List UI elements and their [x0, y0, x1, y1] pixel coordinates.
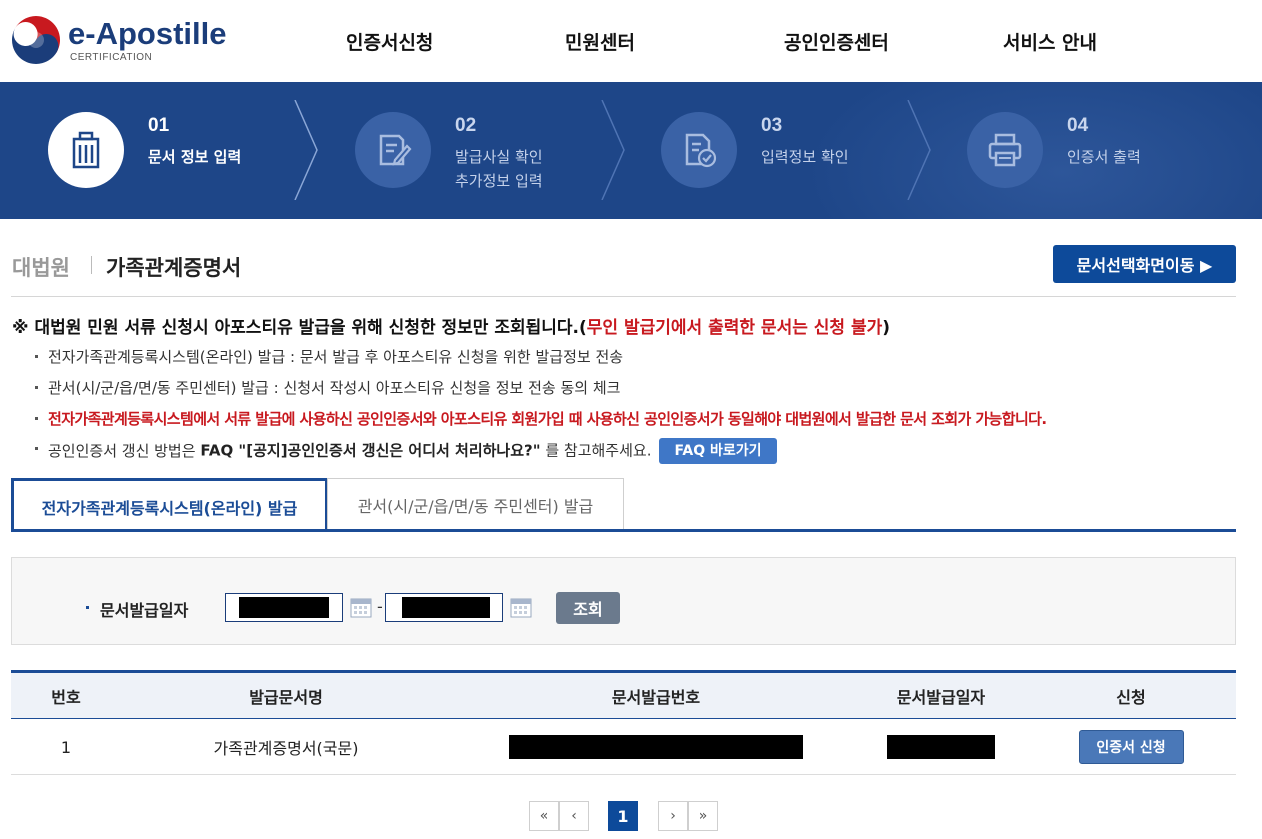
printer-icon	[967, 112, 1043, 188]
page-title: 가족관계증명서	[106, 256, 242, 280]
notice-bullet-text: 를 참고해주세요.	[545, 441, 652, 460]
document-select-move-button[interactable]: 문서선택화면이동 ▶	[1053, 245, 1236, 283]
calendar-icon[interactable]	[510, 597, 532, 618]
notice-main-end: )	[882, 318, 891, 338]
logo-text: e-Apostille	[68, 16, 227, 51]
step-2: 02 발급사실 확인 추가정보 입력	[355, 82, 615, 219]
step-label: 문서 정보 입력	[148, 148, 242, 166]
date-range-separator: -	[377, 597, 383, 616]
step-number: 01	[148, 115, 170, 136]
chevron-right-icon	[907, 100, 931, 200]
last-page-button[interactable]: »	[688, 801, 718, 831]
step-number: 02	[455, 115, 477, 136]
breadcrumb-divider	[91, 256, 92, 274]
search-label: 문서발급일자	[85, 597, 189, 621]
end-date-input[interactable]	[385, 593, 503, 622]
breadcrumb: 대법원	[12, 256, 70, 280]
notice-bullet-warning: 전자가족관계등록시스템에서 서류 발급에 사용하신 공인인증서와 아포스티유 회…	[34, 408, 1047, 429]
table-header: 번호 발급문서명 문서발급번호 문서발급일자 신청	[11, 670, 1236, 719]
double-chevron-left-icon: «	[539, 808, 549, 824]
chevron-left-icon: ‹	[571, 808, 577, 824]
step-label: 발급사실 확인	[455, 148, 543, 166]
chevron-right-icon	[294, 100, 318, 200]
notice-main-warning: 무인 발급기에서 출력한 문서는 신청 불가	[586, 318, 883, 338]
results-table: 번호 발급문서명 문서발급번호 문서발급일자 신청 1 가족관계증명서(국문) …	[11, 670, 1236, 775]
nav-civil-center[interactable]: 민원센터	[565, 28, 635, 55]
notice-bullet-text: 전자가족관계등록시스템에서 서류 발급에 사용하신 공인인증서와 아포스티유 회…	[48, 410, 1047, 428]
first-page-button[interactable]: «	[529, 801, 559, 831]
notice-bullet: 공인인증서 갱신 방법은 FAQ "[공지]공인인증서 갱신은 어디서 처리하나…	[35, 438, 777, 464]
logo-subtext: CERTIFICATION	[70, 52, 153, 63]
taegeuk-logo-icon	[11, 15, 61, 65]
document-check-icon	[661, 112, 737, 188]
step-label: 인증서 출력	[1067, 148, 1141, 166]
tab-online-issue[interactable]: 전자가족관계등록시스템(온라인) 발급	[11, 478, 328, 532]
page-number-current[interactable]: 1	[608, 801, 638, 831]
chevron-right-icon	[601, 100, 625, 200]
faq-reference: FAQ "[공지]공인인증서 갱신은 어디서 처리하나요?"	[200, 441, 541, 460]
document-issue-date	[871, 719, 1011, 775]
step-4: 04 인증서 출력	[967, 82, 1227, 219]
redacted-value	[402, 597, 490, 618]
nav-public-cert-center[interactable]: 공인인증센터	[784, 28, 889, 55]
start-date-input[interactable]	[225, 593, 343, 622]
nav-certificate-apply[interactable]: 인증서신청	[346, 28, 433, 55]
edit-document-icon	[355, 112, 431, 188]
steps-banner: 01 문서 정보 입력 02 발급사실 확인 추가정보 입력 03 입력정보 확…	[0, 82, 1262, 219]
nav-service-guide[interactable]: 서비스 안내	[1003, 28, 1097, 55]
notice-bullet: 관서(시/군/읍/면/동 주민센터) 발급 : 신청서 작성시 아포스티유 신청…	[34, 377, 621, 398]
certificate-apply-button[interactable]: 인증서 신청	[1078, 730, 1184, 764]
notice-bullet-text: 관서(시/군/읍/면/동 주민센터) 발급 : 신청서 작성시 아포스티유 신청…	[48, 379, 621, 397]
column-header: 번호	[51, 688, 81, 707]
redacted-value	[239, 597, 329, 618]
building-icon	[48, 112, 124, 188]
document-issue-number	[506, 719, 806, 775]
tab-office-issue[interactable]: 관서(시/군/읍/면/동 주민센터) 발급	[327, 478, 624, 530]
search-panel	[11, 557, 1236, 645]
column-header: 신청	[1116, 688, 1146, 707]
e-apostille-logo[interactable]: e-Apostille CERTIFICATION	[10, 14, 250, 66]
calendar-icon[interactable]	[350, 597, 372, 618]
column-header: 문서발급번호	[611, 688, 701, 707]
faq-shortcut-button[interactable]: FAQ 바로가기	[659, 438, 777, 464]
table-row: 1 가족관계증명서(국문) 인증서 신청	[11, 719, 1236, 775]
site-header: e-Apostille CERTIFICATION 인증서신청 민원센터 공인인…	[0, 0, 1262, 82]
notice-bullet: 전자가족관계등록시스템(온라인) 발급 : 문서 발급 후 아포스티유 신청을 …	[34, 346, 624, 367]
prev-page-button[interactable]: ‹	[559, 801, 589, 831]
column-header: 문서발급일자	[896, 688, 986, 707]
notice-bullet-text: 전자가족관계등록시스템(온라인) 발급 : 문서 발급 후 아포스티유 신청을 …	[48, 348, 624, 366]
step-3: 03 입력정보 확인	[661, 82, 921, 219]
step-label-line2: 추가정보 입력	[455, 172, 543, 190]
tab-underline	[11, 529, 1236, 532]
title-divider	[11, 296, 1236, 297]
double-chevron-right-icon: »	[698, 808, 708, 824]
chevron-right-icon: ›	[670, 808, 676, 824]
notice-bullet-text: 공인인증서 갱신 방법은	[48, 441, 196, 460]
apply-cell: 인증서 신청	[1071, 719, 1191, 775]
step-number: 03	[761, 115, 783, 136]
next-page-button[interactable]: ›	[658, 801, 688, 831]
document-name: 가족관계증명서(국문)	[213, 739, 359, 758]
notice-main: ※ 대법원 민원 서류 신청시 아포스티유 발급을 위해 신청한 정보만 조회됩…	[12, 313, 890, 338]
redacted-value	[887, 735, 995, 759]
notice-main-text: ※ 대법원 민원 서류 신청시 아포스티유 발급을 위해 신청한 정보만 조회됩…	[12, 318, 587, 338]
step-number: 04	[1067, 115, 1089, 136]
search-button[interactable]: 조회	[556, 592, 620, 624]
step-1: 01 문서 정보 입력	[48, 82, 308, 219]
column-header: 발급문서명	[249, 688, 323, 707]
redacted-value	[509, 735, 803, 759]
step-label: 입력정보 확인	[761, 148, 849, 166]
search-label-text: 문서발급일자	[100, 601, 189, 620]
row-number: 1	[60, 737, 72, 757]
